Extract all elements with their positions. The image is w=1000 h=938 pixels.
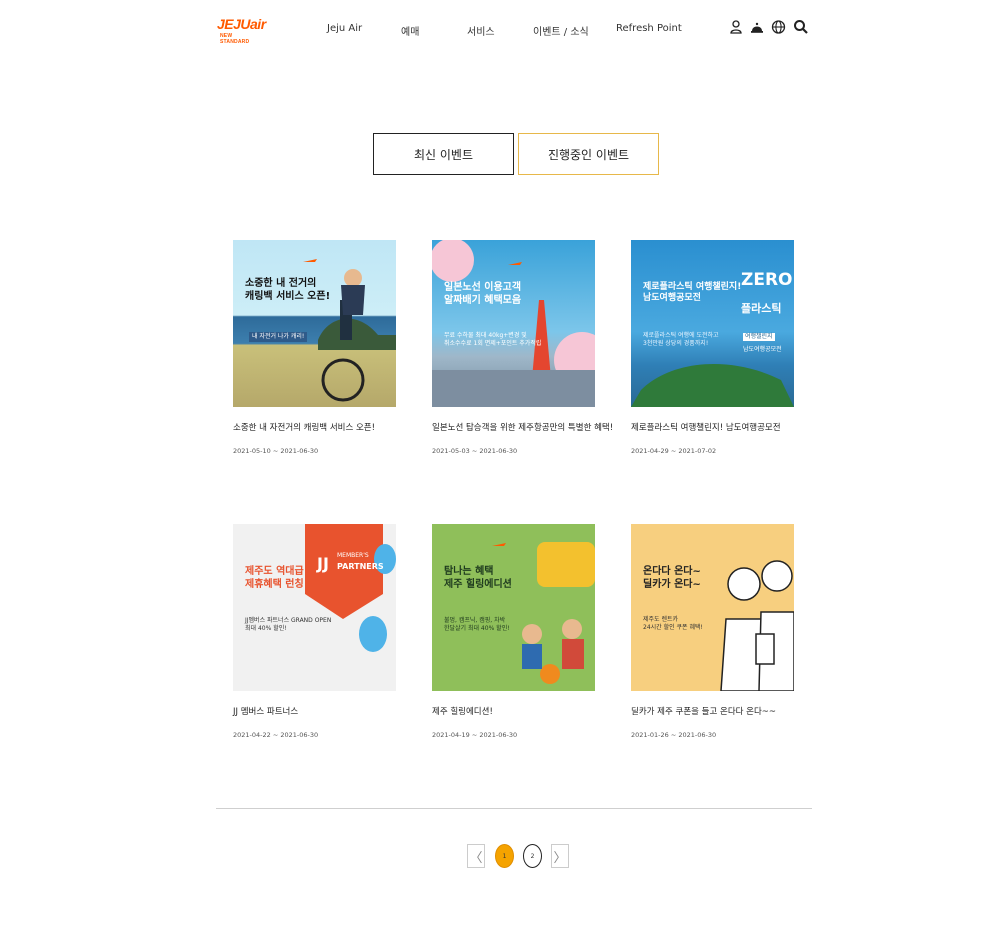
site-header: JEJUair NEW STANDARD Jeju Air 예매 서비스 이벤트… — [0, 0, 1000, 60]
banner-sub: 내 자전거 나가 캐리! — [249, 332, 308, 342]
event-card[interactable]: 제로플라스틱 여행챌린지! 남도여행공모전 제로플라스틱 여행에 도전하고 3천… — [631, 240, 794, 455]
event-card[interactable]: JJ MEMBER'S PARTNERS 제주도 역대급 제휴혜택 런칭 JJ멤… — [233, 524, 396, 739]
event-title[interactable]: JJ 멤버스 파트너스 — [233, 705, 298, 717]
logo-main: JEJUair — [217, 16, 266, 32]
event-date: 2021-05-10 ~ 2021-06-30 — [233, 447, 319, 455]
event-banner-zero-plastic[interactable]: 제로플라스틱 여행챌린지! 남도여행공모전 제로플라스틱 여행에 도전하고 3천… — [631, 240, 794, 407]
nav-item-jeju-air[interactable]: Jeju Air — [327, 23, 362, 34]
banner-heading: 탐나는 혜택 제주 힐링에디션 — [444, 566, 512, 590]
nav-item-refresh-point[interactable]: Refresh Point — [616, 23, 682, 34]
jejuair-logo[interactable]: JEJUair NEW STANDARD — [217, 16, 266, 45]
tab-ongoing-events[interactable]: 진행중인 이벤트 — [518, 133, 659, 175]
island-illustration — [631, 363, 794, 407]
globe-icon[interactable] — [771, 19, 787, 35]
banner-heading: 온다다 온다~ 딜카가 온다~ — [643, 566, 701, 590]
couple-illustration — [720, 560, 794, 691]
banner-heading: 일본노선 이용고객 알짜배기 혜택모음 — [444, 282, 522, 306]
event-date: 2021-05-03 ~ 2021-06-30 — [432, 447, 518, 455]
event-banner-jj-members[interactable]: JJ MEMBER'S PARTNERS 제주도 역대급 제휴혜택 런칭 JJ멤… — [233, 524, 396, 691]
nav-item-booking[interactable]: 예매 — [401, 23, 419, 38]
nav-item-service[interactable]: 서비스 — [467, 23, 495, 38]
pagination-next-button[interactable]: 〉 — [551, 844, 569, 868]
banner-heading: 제로플라스틱 여행챌린지! 남도여행공모전 — [643, 282, 742, 304]
event-title[interactable]: 일본노선 탑승객을 위한 제주항공만의 특별한 혜택! — [432, 421, 613, 433]
content-divider — [216, 808, 812, 809]
event-banner-japan[interactable]: 일본노선 이용고객 알짜배기 혜택모음 무료 수하물 최대 40kg+변경 및 … — [432, 240, 595, 407]
banner-heading: 소중한 내 전거의 캐링백 서비스 오픈! — [245, 278, 331, 302]
user-icon[interactable] — [729, 19, 745, 35]
pagination-page-1[interactable]: 1 — [495, 844, 514, 868]
banner-side-challenge: 여행챌린지 — [743, 333, 775, 341]
banner-sub: 불멍, 캠프닉, 캠핑, 차박 한달살기 최대 40% 할인! — [444, 617, 510, 632]
tab-latest-events[interactable]: 최신 이벤트 — [373, 133, 514, 175]
bicycle-illustration — [303, 259, 396, 402]
event-title[interactable]: 소중한 내 자전거의 캐링백 서비스 오픈! — [233, 421, 375, 433]
partners-badge-illustration — [305, 524, 396, 652]
search-icon[interactable] — [793, 19, 809, 35]
event-title[interactable]: 제주 힐링에디션! — [432, 705, 493, 717]
pagination-page-2[interactable]: 2 — [523, 844, 542, 868]
event-banner-bicycle[interactable]: 소중한 내 전거의 캐링백 서비스 오픈! 내 자전거 나가 캐리! — [233, 240, 396, 407]
service-bell-icon[interactable] — [750, 19, 766, 35]
camping-illustration — [492, 542, 595, 684]
banner-sub: JJ멤버스 파트너스 GRAND OPEN 최대 40% 할인! — [245, 617, 332, 632]
pagination-prev-button[interactable]: 〈 — [467, 844, 485, 868]
event-date: 2021-01-26 ~ 2021-06-30 — [631, 731, 717, 739]
event-title[interactable]: 딜카가 제주 쿠폰을 들고 온다다 온다~~ — [631, 705, 776, 717]
event-card[interactable]: 소중한 내 전거의 캐링백 서비스 오픈! 내 자전거 나가 캐리! 소중한 내… — [233, 240, 396, 455]
event-date: 2021-04-19 ~ 2021-06-30 — [432, 731, 518, 739]
nav-item-events-news[interactable]: 이벤트 / 소식 — [533, 23, 589, 38]
event-banner-healing-edition[interactable]: 탐나는 혜택 제주 힐링에디션 불멍, 캠프닉, 캠핑, 차박 한달살기 최대 … — [432, 524, 595, 691]
event-date: 2021-04-29 ~ 2021-07-02 — [631, 447, 717, 455]
banner-badge-members: MEMBER'S — [337, 552, 369, 559]
banner-sub: 제로플라스틱 여행에 도전하고 3천만원 상당의 경품까지! — [643, 332, 719, 347]
event-card[interactable]: 탐나는 혜택 제주 힐링에디션 불멍, 캠프닉, 캠핑, 차박 한달살기 최대 … — [432, 524, 595, 739]
tokyo-tower-illustration — [432, 240, 595, 407]
event-card[interactable]: 온다다 온다~ 딜카가 온다~ 제주도 렌트카 24시간 할인 쿠폰 혜택! 딜… — [631, 524, 794, 739]
banner-side-plastic: 플라스틱 — [741, 302, 782, 315]
event-date: 2021-04-22 ~ 2021-06-30 — [233, 731, 319, 739]
event-banner-delivery-car[interactable]: 온다다 온다~ 딜카가 온다~ 제주도 렌트카 24시간 할인 쿠폰 혜택! — [631, 524, 794, 691]
banner-sub: 제주도 렌트카 24시간 할인 쿠폰 혜택! — [643, 616, 703, 631]
banner-side-contest: 남도여행공모전 — [743, 346, 782, 353]
event-title[interactable]: 제로플라스틱 여행챌린지! 남도여행공모전 — [631, 421, 781, 433]
banner-badge-partners: PARTNERS — [337, 562, 384, 571]
banner-sub: 무료 수하물 최대 40kg+변경 및 취소수수료 1회 면제+포인트 추가적립 — [444, 332, 542, 347]
banner-jj-mark: JJ — [317, 554, 329, 573]
banner-side-zero: ZERO — [741, 270, 793, 290]
banner-heading: 제주도 역대급 제휴혜택 런칭 — [245, 566, 304, 590]
logo-sub: NEW STANDARD — [220, 33, 250, 45]
event-card[interactable]: 일본노선 이용고객 알짜배기 혜택모음 무료 수하물 최대 40kg+변경 및 … — [432, 240, 613, 455]
